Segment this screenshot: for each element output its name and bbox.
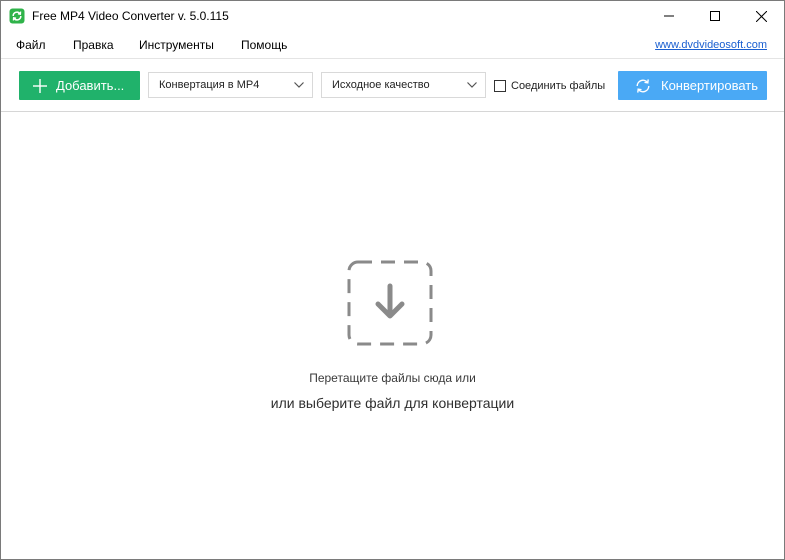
join-files-option[interactable]: Соединить файлы [494, 78, 605, 94]
menu-bar: Файл Правка Инструменты Помощь www.dvdvi… [1, 31, 784, 59]
format-select[interactable]: Конвертация в MP4 [148, 72, 313, 98]
convert-button-label: Конвертировать [661, 78, 759, 93]
close-icon [755, 10, 767, 22]
format-select-value: Конвертация в MP4 [159, 79, 260, 91]
close-button[interactable] [738, 1, 784, 31]
menu-file[interactable]: Файл [16, 38, 46, 52]
plus-icon [33, 78, 47, 93]
chevron-down-icon [294, 82, 304, 88]
drop-zone[interactable]: Перетащите файлы сюда или или выберите ф… [1, 112, 784, 559]
quality-select[interactable]: Исходное качество [321, 72, 486, 98]
website-link[interactable]: www.dvdvideosoft.com [655, 39, 767, 51]
refresh-icon [634, 77, 652, 95]
quality-select-value: Исходное качество [332, 79, 430, 91]
chevron-down-icon [467, 82, 477, 88]
drop-hint-text: Перетащите файлы сюда или [309, 371, 476, 385]
join-files-checkbox[interactable] [494, 80, 506, 92]
menu-help[interactable]: Помощь [241, 38, 287, 52]
app-window: Free MP4 Video Converter v. 5.0.115 Файл… [0, 0, 785, 560]
convert-button[interactable]: Конвертировать [618, 71, 767, 100]
join-files-label[interactable]: Соединить файлы [511, 80, 605, 92]
menu-edit[interactable]: Правка [73, 38, 114, 52]
choose-file-text[interactable]: или выберите файл для конвертации [1, 395, 784, 411]
menu-tools[interactable]: Инструменты [139, 38, 214, 52]
download-arrow-icon [347, 260, 433, 346]
add-button-label: Добавить... [56, 78, 125, 93]
maximize-button[interactable] [692, 1, 738, 31]
maximize-icon [710, 11, 720, 21]
add-button[interactable]: Добавить... [19, 71, 140, 100]
minimize-icon [664, 11, 674, 21]
title-bar: Free MP4 Video Converter v. 5.0.115 [1, 1, 784, 31]
app-logo-icon [9, 8, 25, 24]
window-title: Free MP4 Video Converter v. 5.0.115 [32, 9, 229, 23]
minimize-button[interactable] [646, 1, 692, 31]
toolbar: Добавить... Конвертация в MP4 Исходное к… [1, 59, 784, 111]
